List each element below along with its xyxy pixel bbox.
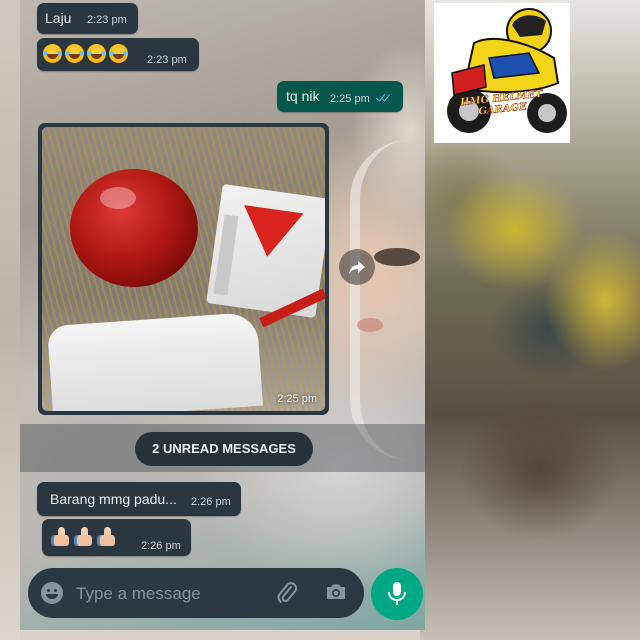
image-message[interactable]: 2:25 pm bbox=[38, 123, 329, 415]
background-blur-left bbox=[0, 0, 20, 640]
face-with-tears-of-joy-icon bbox=[87, 44, 106, 63]
wallpaper-hijab bbox=[350, 140, 470, 460]
thumbs-up-icon bbox=[97, 527, 117, 547]
unread-messages-badge: 2 UNREAD MESSAGES bbox=[135, 432, 313, 466]
forward-arrow-icon bbox=[349, 261, 365, 274]
message-time: 2:25 pm bbox=[330, 92, 391, 105]
thumbs-up-icon bbox=[74, 527, 94, 547]
face-with-tears-of-joy-icon bbox=[43, 44, 62, 63]
wallpaper-lips bbox=[357, 318, 383, 332]
message-time: 2:26 pm bbox=[141, 540, 181, 552]
message-time: 2:23 pm bbox=[87, 14, 127, 26]
face-with-tears-of-joy-icon bbox=[109, 44, 128, 63]
helmet-photo[interactable]: 2:25 pm bbox=[42, 127, 325, 411]
message-time: 2:25 pm bbox=[277, 393, 317, 405]
message-text: Laju bbox=[45, 10, 72, 26]
helmet-garage-logo: HMG HELMET GARAGE bbox=[434, 3, 570, 143]
camera-icon[interactable] bbox=[324, 580, 348, 609]
paperclip-icon[interactable] bbox=[275, 581, 299, 610]
face-with-tears-of-joy-icon bbox=[65, 44, 84, 63]
message-bubble-outgoing[interactable]: tq nik 2:25 pm bbox=[277, 81, 403, 112]
message-text: Barang mmg padu... bbox=[50, 491, 177, 507]
microphone-button[interactable] bbox=[371, 568, 423, 620]
motorcycle-rider-illustration bbox=[447, 8, 567, 133]
photo-white-bag bbox=[46, 311, 264, 411]
message-time: 2:26 pm bbox=[191, 496, 231, 508]
emoji-row bbox=[43, 44, 131, 63]
double-check-icon bbox=[375, 92, 391, 102]
thumbs-up-icon bbox=[51, 527, 71, 547]
wallpaper-eye bbox=[374, 248, 420, 266]
message-time: 2:23 pm bbox=[147, 54, 187, 66]
message-bubble-incoming[interactable]: Barang mmg padu... 2:26 pm bbox=[37, 482, 241, 516]
smiley-icon[interactable] bbox=[41, 582, 63, 604]
message-bubble-incoming[interactable]: 2:23 pm bbox=[37, 38, 199, 71]
microphone-icon bbox=[388, 582, 406, 605]
message-text: tq nik bbox=[286, 88, 320, 104]
message-bubble-incoming[interactable]: 2:26 pm bbox=[42, 519, 191, 556]
message-time-value: 2:25 pm bbox=[330, 93, 370, 105]
message-input[interactable] bbox=[74, 580, 258, 608]
photo-red-helmet bbox=[70, 169, 198, 287]
message-composer bbox=[28, 568, 364, 618]
emoji-row bbox=[51, 527, 120, 547]
forward-button[interactable] bbox=[339, 249, 375, 285]
message-bubble-incoming[interactable]: Laju 2:23 pm bbox=[37, 3, 138, 34]
